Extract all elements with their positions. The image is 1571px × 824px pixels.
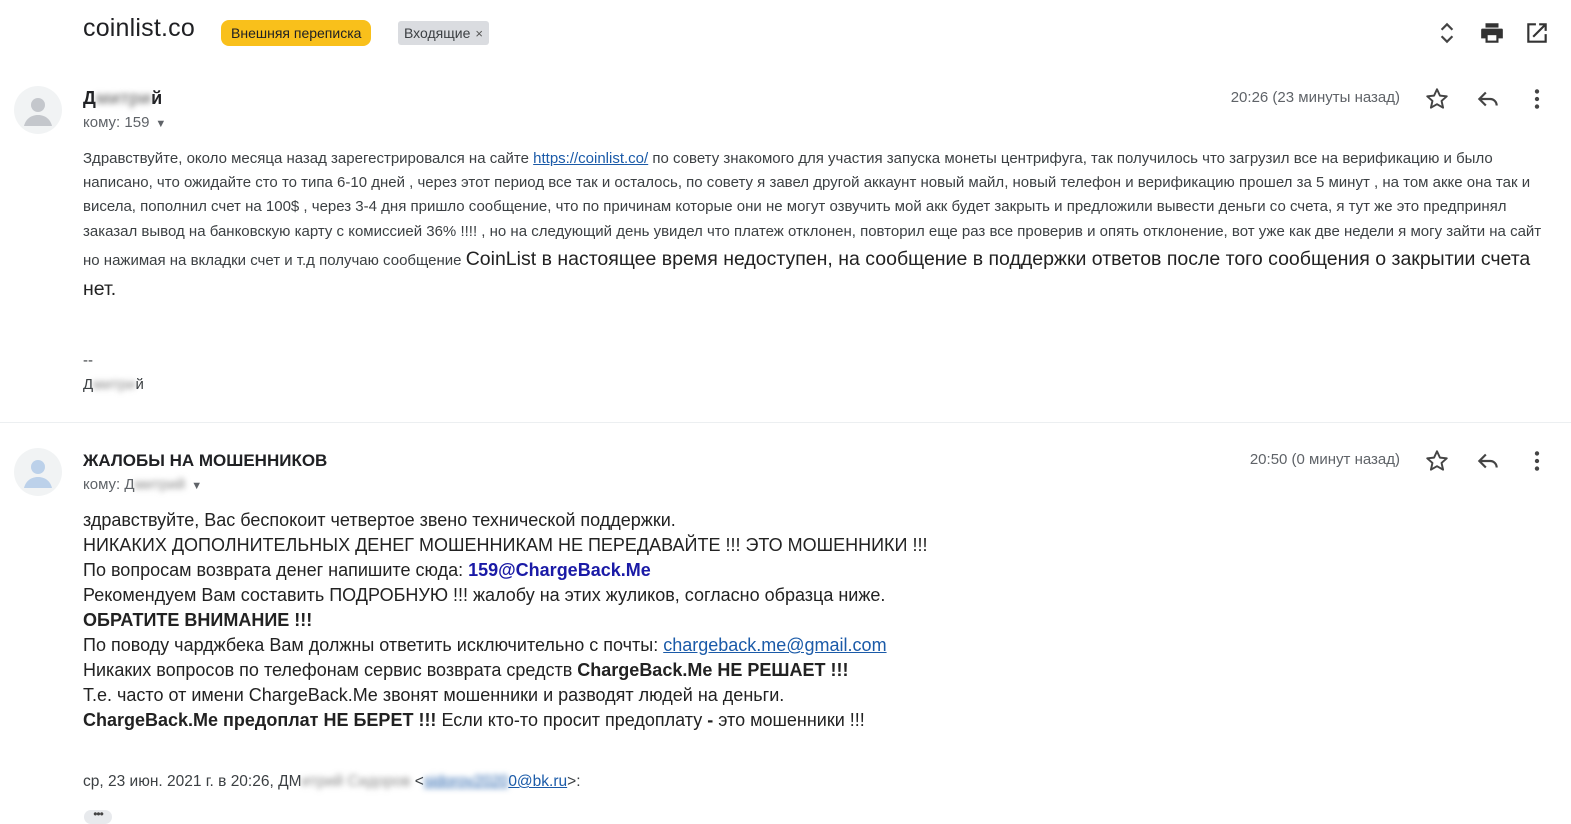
signature-name-end: й bbox=[135, 376, 144, 393]
sender-name[interactable]: Дмитрий bbox=[83, 88, 162, 109]
body-line-warning: НИКАКИХ ДОПОЛНИТЕЛЬНЫХ ДЕНЕГ МОШЕННИКАМ … bbox=[83, 535, 928, 555]
gmail-link[interactable]: chargeback.me@gmail.com bbox=[663, 635, 886, 655]
body-line-scam-calls: Т.е. часто от имени ChargeBack.Me звонят… bbox=[83, 685, 785, 705]
print-icon[interactable] bbox=[1479, 20, 1505, 46]
coinlist-link[interactable]: https://coinlist.co/ bbox=[533, 150, 648, 167]
person-avatar-icon bbox=[24, 460, 52, 488]
subject-bar: coinlist.co Внешняя переписка Входящие × bbox=[0, 0, 1571, 66]
signature-dash: -- bbox=[83, 352, 93, 369]
sender-name[interactable]: ЖАЛОБЫ НА МОШЕННИКОВ bbox=[83, 451, 327, 471]
show-trimmed-content-button[interactable]: ••• bbox=[84, 808, 112, 824]
person-avatar-icon bbox=[24, 98, 52, 126]
phone-text-bold: ChargeBack.Me НЕ РЕШАЕТ !!! bbox=[577, 660, 849, 680]
reply-icon[interactable] bbox=[1475, 448, 1501, 474]
body-line-greeting: здравствуйте, Вас беспокоит четвертое зв… bbox=[83, 510, 676, 530]
more-vert-icon[interactable] bbox=[1524, 448, 1550, 474]
chevron-down-icon[interactable]: ▼ bbox=[191, 480, 202, 492]
sender-avatar[interactable] bbox=[14, 448, 62, 496]
label-inbox[interactable]: Входящие × bbox=[398, 21, 489, 45]
star-icon[interactable] bbox=[1424, 86, 1450, 112]
sender-name-redacted: митри bbox=[95, 88, 152, 108]
signature-name-start: Д bbox=[83, 376, 94, 393]
prepayment-bold: ChargeBack.Me предоплат НЕ БЕРЕТ !!! bbox=[83, 710, 437, 730]
quoted-date: ср, 23 июн. 2021 г. в 20:26, ДМ bbox=[83, 773, 302, 790]
message-time: 20:50 (0 минут назад) bbox=[1249, 451, 1400, 468]
quoted-bracket-open: < bbox=[410, 773, 424, 790]
official-email-text: По поводу чарджбека Вам должны ответить … bbox=[83, 635, 664, 655]
chargeback-email[interactable]: 159@ChargeBack.Me bbox=[468, 560, 651, 580]
prepayment-text: Если кто-то просит предоплату bbox=[436, 710, 708, 730]
recipient-text: кому: Д bbox=[83, 476, 135, 493]
sender-name-end: й bbox=[151, 88, 163, 108]
signature-name: Дмитрий bbox=[83, 376, 144, 393]
recipient-line[interactable]: кому: 159 ▼ bbox=[83, 114, 166, 131]
body-line-official-email: По поводу чарджбека Вам должны ответить … bbox=[83, 633, 1283, 658]
sender-name-start: Д bbox=[83, 88, 96, 108]
quoted-email[interactable]: 0@bk.ru bbox=[508, 773, 567, 790]
recipient-line[interactable]: кому: Дмитрий ▼ bbox=[83, 476, 202, 493]
chevron-down-icon[interactable]: ▼ bbox=[155, 118, 166, 130]
star-icon[interactable] bbox=[1424, 448, 1450, 474]
message-body: здравствуйте, Вас беспокоит четвертое зв… bbox=[83, 508, 1283, 733]
phone-text: Никаких вопросов по телефонам сервис воз… bbox=[83, 660, 578, 680]
message-divider bbox=[0, 422, 1571, 423]
quoted-header: ср, 23 июн. 2021 г. в 20:26, ДМитрий Сид… bbox=[83, 773, 581, 791]
label-external-correspondence[interactable]: Внешняя переписка bbox=[221, 20, 372, 46]
body-line-phone: Никаких вопросов по телефонам сервис воз… bbox=[83, 658, 1283, 683]
refund-contact-text: По вопросам возврата денег напишите сюда… bbox=[83, 560, 469, 580]
quoted-name-redacted: итрий Сидоров bbox=[301, 773, 411, 790]
label-inbox-text: Входящие bbox=[404, 25, 471, 41]
attention-text: ОБРАТИТЕ ВНИМАНИЕ !!! bbox=[83, 610, 313, 630]
reply-icon[interactable] bbox=[1475, 86, 1501, 112]
body-line-attention: ОБРАТИТЕ ВНИМАНИЕ !!! bbox=[83, 608, 1283, 633]
body-line-prepayment: ChargeBack.Me предоплат НЕ БЕРЕТ !!! Есл… bbox=[83, 708, 1283, 733]
quoted-bracket-close: >: bbox=[567, 773, 581, 790]
body-line-recommend: Рекомендуем Вам составить ПОДРОБНУЮ !!! … bbox=[83, 585, 886, 605]
open-in-new-icon[interactable] bbox=[1524, 20, 1550, 46]
message-body: Здравствуйте, около месяца назад зарегес… bbox=[83, 147, 1553, 304]
email-subject: coinlist.co bbox=[83, 14, 195, 42]
body-line-refund-contact: По вопросам возврата денег напишите сюда… bbox=[83, 558, 1283, 583]
more-vert-icon[interactable] bbox=[1524, 86, 1550, 112]
sender-avatar[interactable] bbox=[14, 86, 62, 134]
recipient-text: кому: 159 bbox=[83, 114, 150, 131]
body-text-start: Здравствуйте, около месяца назад зарегес… bbox=[83, 150, 534, 167]
signature-name-redacted: митри bbox=[93, 376, 136, 393]
unfold-more-icon[interactable] bbox=[1434, 20, 1460, 46]
label-inbox-remove-icon[interactable]: × bbox=[475, 26, 483, 41]
prepayment-end: это мошенники !!! bbox=[713, 710, 865, 730]
message-time: 20:26 (23 минуты назад) bbox=[1230, 89, 1400, 106]
quoted-email-redacted[interactable]: sidorov2020 bbox=[424, 773, 508, 791]
recipient-redacted: митрий bbox=[134, 476, 186, 493]
